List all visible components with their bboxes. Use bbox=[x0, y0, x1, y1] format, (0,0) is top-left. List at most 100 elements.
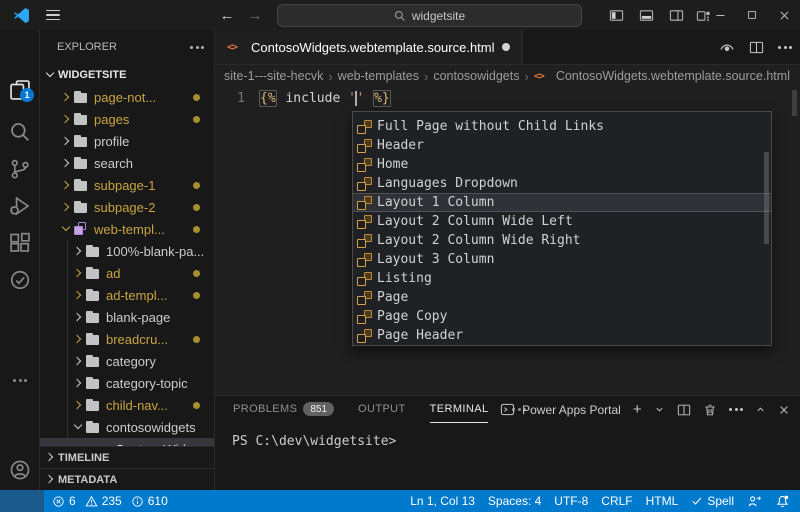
minimize-button[interactable] bbox=[704, 0, 736, 30]
toggle-panel-icon[interactable] bbox=[632, 0, 660, 30]
editor-scrollbar[interactable] bbox=[792, 90, 797, 116]
tab-problems[interactable]: PROBLEMS 851 bbox=[233, 396, 335, 423]
forward-button[interactable]: → bbox=[242, 0, 268, 30]
indentation[interactable]: Spaces: 4 bbox=[488, 494, 541, 508]
editor-more-actions-icon[interactable] bbox=[778, 45, 792, 49]
panel-more-actions-icon[interactable] bbox=[729, 408, 743, 411]
terminal-output[interactable]: PS C:\dev\widgetsite> bbox=[215, 423, 800, 449]
close-tag: %} bbox=[373, 89, 391, 107]
tree-row[interactable]: contosowidgets bbox=[40, 416, 214, 438]
feedback-icon[interactable] bbox=[747, 494, 762, 509]
maximize-button[interactable] bbox=[736, 0, 768, 30]
terminal-dropdown-icon[interactable] bbox=[654, 404, 665, 415]
chevron-right-icon bbox=[70, 265, 86, 281]
metadata-section-header[interactable]: METADATA bbox=[40, 468, 214, 490]
tree-row[interactable]: web-templ... bbox=[40, 218, 214, 240]
suggest-item[interactable]: Header bbox=[353, 136, 771, 155]
suggest-item[interactable]: Layout 2 Column Wide Right bbox=[353, 231, 771, 250]
close-panel-icon[interactable] bbox=[778, 404, 790, 416]
toggle-sidebar-icon[interactable] bbox=[602, 0, 630, 30]
suggest-item[interactable]: Page bbox=[353, 288, 771, 307]
tree-row[interactable]: 100%-blank-pa... bbox=[40, 240, 214, 262]
suggest-item[interactable]: Layout 3 Column bbox=[353, 250, 771, 269]
menu-icon[interactable] bbox=[40, 0, 66, 30]
timeline-section-header[interactable]: TIMELINE bbox=[40, 446, 214, 468]
suggest-item-selected[interactable]: Layout 1 Column bbox=[353, 193, 771, 212]
suggest-scrollbar[interactable] bbox=[764, 152, 769, 244]
breadcrumb-item[interactable]: contosowidgets bbox=[433, 69, 519, 83]
cursor-position[interactable]: Ln 1, Col 13 bbox=[410, 494, 475, 508]
problems-status[interactable]: 6 235 610 bbox=[52, 494, 168, 508]
toggle-secondary-sidebar-icon[interactable] bbox=[662, 0, 690, 30]
code-editor[interactable]: 1 {% include ' ' %} bbox=[215, 87, 800, 109]
html-file-icon bbox=[98, 444, 115, 447]
kill-terminal-trash-icon[interactable] bbox=[703, 403, 717, 417]
tree-row[interactable]: child-nav... bbox=[40, 394, 214, 416]
tree-row[interactable]: ad-templ... bbox=[40, 284, 214, 306]
explorer-sidebar: EXPLORER WIDGETSITE page-not... pages pr… bbox=[40, 30, 215, 490]
split-editor-icon[interactable] bbox=[749, 40, 764, 55]
suggest-item[interactable]: Page Copy bbox=[353, 307, 771, 326]
tree-row[interactable]: search bbox=[40, 152, 214, 174]
suggest-item[interactable]: Listing bbox=[353, 269, 771, 288]
suggest-item[interactable]: Page Header bbox=[353, 326, 771, 345]
open-preview-icon[interactable] bbox=[719, 39, 735, 55]
breadcrumb: site-1---site-hecvk › web-templates › co… bbox=[215, 65, 800, 87]
tree-row[interactable]: pages bbox=[40, 108, 214, 130]
dirty-indicator[interactable] bbox=[501, 43, 510, 51]
chevron-separator: › bbox=[423, 68, 429, 84]
suggest-item[interactable]: Layout 2 Column Wide Left bbox=[353, 212, 771, 231]
split-terminal-icon[interactable] bbox=[677, 403, 691, 417]
language-mode[interactable]: HTML bbox=[646, 494, 679, 508]
chevron-separator: › bbox=[524, 68, 529, 84]
command-center-search[interactable]: widgetsite bbox=[277, 4, 582, 27]
breadcrumb-item[interactable]: web-templates bbox=[338, 69, 419, 83]
tree-row[interactable]: ad bbox=[40, 262, 214, 284]
web-template-icon bbox=[357, 290, 372, 305]
workspace-section-header[interactable]: WIDGETSITE bbox=[40, 64, 214, 86]
check-icon bbox=[692, 497, 702, 505]
suggest-item[interactable]: Languages Dropdown bbox=[353, 174, 771, 193]
new-terminal-icon[interactable]: + bbox=[633, 402, 642, 417]
activity-bar: 1 bbox=[0, 30, 40, 512]
search-view-icon[interactable] bbox=[8, 120, 32, 144]
notifications-bell-icon[interactable] bbox=[775, 494, 790, 509]
tree-row[interactable]: breadcru... bbox=[40, 328, 214, 350]
close-window-button[interactable] bbox=[768, 0, 800, 30]
terminal-profile[interactable]: Power Apps Portal bbox=[500, 402, 621, 417]
tree-row[interactable]: page-not... bbox=[40, 86, 214, 108]
tree-row-selected[interactable]: ContosoWidg... bbox=[40, 438, 214, 446]
chevron-right-icon bbox=[42, 472, 58, 488]
html-file-icon bbox=[534, 71, 551, 82]
breadcrumb-item[interactable]: ContosoWidgets.webtemplate.source.html bbox=[556, 69, 790, 83]
testing-check-icon[interactable] bbox=[8, 268, 32, 292]
maximize-panel-icon[interactable] bbox=[755, 404, 766, 415]
tree-row[interactable]: subpage-2 bbox=[40, 196, 214, 218]
account-icon[interactable] bbox=[8, 458, 32, 482]
extensions-icon[interactable] bbox=[8, 231, 32, 255]
suggest-item[interactable]: Home bbox=[353, 155, 771, 174]
tree-row[interactable]: category bbox=[40, 350, 214, 372]
chevron-right-icon bbox=[70, 287, 86, 303]
tree-row[interactable]: profile bbox=[40, 130, 214, 152]
back-button[interactable]: ← bbox=[214, 0, 240, 30]
encoding[interactable]: UTF-8 bbox=[554, 494, 588, 508]
terminal-prompt: PS C:\dev\widgetsite> bbox=[232, 434, 397, 449]
tab-terminal[interactable]: TERMINAL bbox=[429, 396, 489, 423]
source-control-icon[interactable] bbox=[8, 157, 32, 181]
chevron-down-icon bbox=[70, 419, 86, 435]
breadcrumb-item[interactable]: site-1---site-hecvk bbox=[224, 69, 323, 83]
editor-tab[interactable]: ContosoWidgets.webtemplate.source.html bbox=[215, 30, 523, 64]
folder-icon bbox=[86, 354, 100, 368]
tree-row[interactable]: blank-page bbox=[40, 306, 214, 328]
run-debug-icon[interactable] bbox=[8, 194, 32, 218]
tree-row[interactable]: subpage-1 bbox=[40, 174, 214, 196]
tree-row[interactable]: category-topic bbox=[40, 372, 214, 394]
explorer-actions-icon[interactable] bbox=[190, 45, 204, 49]
eol-sequence[interactable]: CRLF bbox=[601, 494, 632, 508]
suggest-item[interactable]: Full Page without Child Links bbox=[353, 117, 771, 136]
remote-indicator[interactable] bbox=[0, 490, 44, 512]
tab-output[interactable]: OUTPUT bbox=[358, 396, 406, 423]
spell-checker[interactable]: Spell bbox=[691, 494, 734, 508]
more-views-icon[interactable] bbox=[8, 368, 32, 392]
